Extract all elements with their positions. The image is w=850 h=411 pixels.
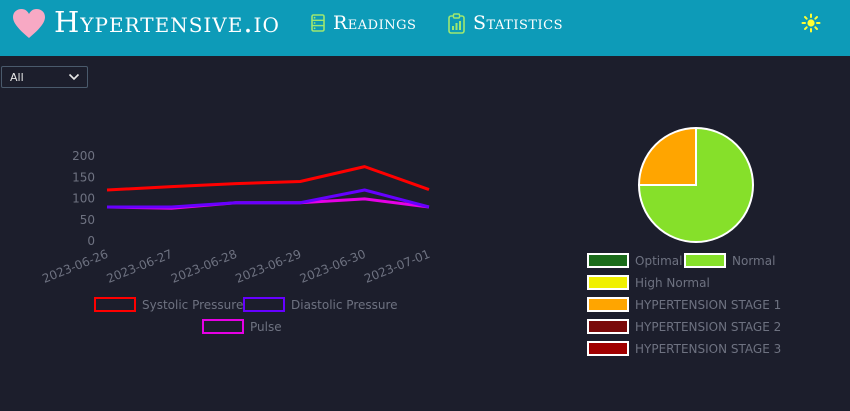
pie-legend-normal[interactable]: Normal — [684, 253, 775, 268]
period-filter-select[interactable]: All — [1, 66, 88, 88]
list-icon — [311, 14, 325, 32]
legend-label: HYPERTENSION STAGE 3 — [635, 341, 782, 356]
x-tick-label: 2023-06-28 — [169, 247, 239, 286]
legend-swatch — [587, 319, 629, 334]
legend-swatch — [587, 275, 629, 290]
y-tick-label: 0 — [87, 234, 95, 248]
nav-statistics[interactable]: Statistics — [448, 12, 563, 34]
x-tick-label: 2023-06-29 — [233, 247, 303, 286]
series-line-diastolic-pressure[interactable] — [107, 188, 430, 209]
y-tick-label: 150 — [72, 170, 95, 184]
pie-legend-stage-1[interactable]: HYPERTENSION STAGE 1 — [587, 297, 781, 312]
legend-swatch — [684, 253, 726, 268]
legend-swatch — [587, 297, 629, 312]
pie-legend-optimal[interactable]: Optimal — [587, 253, 682, 268]
nav-readings-label: Readings — [333, 12, 417, 34]
legend-swatch — [587, 341, 629, 356]
top-navigation-bar: Hypertensive.io Readings Statistics — [0, 0, 850, 56]
x-tick-label: 2023-06-30 — [298, 247, 368, 286]
x-tick-label: 2023-06-27 — [105, 247, 175, 286]
legend-label: Normal — [732, 253, 776, 268]
legend-label: Diastolic Pressure — [291, 297, 398, 312]
nav-statistics-label: Statistics — [473, 12, 564, 34]
brand-title[interactable]: Hypertensive.io — [54, 5, 280, 39]
classification-pie-chart — [637, 126, 754, 243]
clipboard-chart-icon — [448, 12, 465, 34]
y-tick-label: 200 — [72, 149, 95, 163]
legend-swatch — [243, 297, 285, 312]
y-tick-label: 50 — [80, 213, 95, 227]
period-filter-value: All — [10, 71, 24, 84]
legend-label: HYPERTENSION STAGE 2 — [635, 319, 782, 334]
legend-label: Optimal — [635, 253, 683, 268]
pie-legend-stage-3[interactable]: HYPERTENSION STAGE 3 — [587, 341, 781, 356]
sun-icon[interactable] — [801, 13, 821, 37]
heart-logo-icon[interactable] — [12, 8, 46, 44]
pie-slice-hypertension-stage-1[interactable] — [637, 126, 697, 186]
pie-legend-stage-2[interactable]: HYPERTENSION STAGE 2 — [587, 319, 781, 334]
legend-diastolic[interactable]: Diastolic Pressure — [243, 297, 398, 312]
x-tick-label: 2023-07-01 — [362, 247, 432, 286]
pie-legend-high-normal[interactable]: High Normal — [587, 275, 710, 290]
legend-label: Pulse — [250, 319, 282, 334]
legend-label: High Normal — [635, 275, 710, 290]
nav-readings[interactable]: Readings — [311, 12, 416, 34]
chevron-down-icon — [68, 73, 80, 81]
series-line-systolic-pressure[interactable] — [106, 165, 430, 192]
legend-swatch — [94, 297, 136, 312]
legend-pulse[interactable]: Pulse — [202, 319, 282, 334]
legend-systolic[interactable]: Systolic Pressure — [94, 297, 243, 312]
legend-swatch — [587, 253, 629, 268]
legend-label: HYPERTENSION STAGE 1 — [635, 297, 782, 312]
y-tick-label: 100 — [72, 192, 95, 206]
x-tick-label: 2023-06-26 — [40, 247, 110, 286]
blood-pressure-line-chart: 2001501005002023-06-262023-06-272023-06-… — [40, 149, 432, 286]
legend-swatch — [202, 319, 244, 334]
legend-label: Systolic Pressure — [142, 297, 244, 312]
